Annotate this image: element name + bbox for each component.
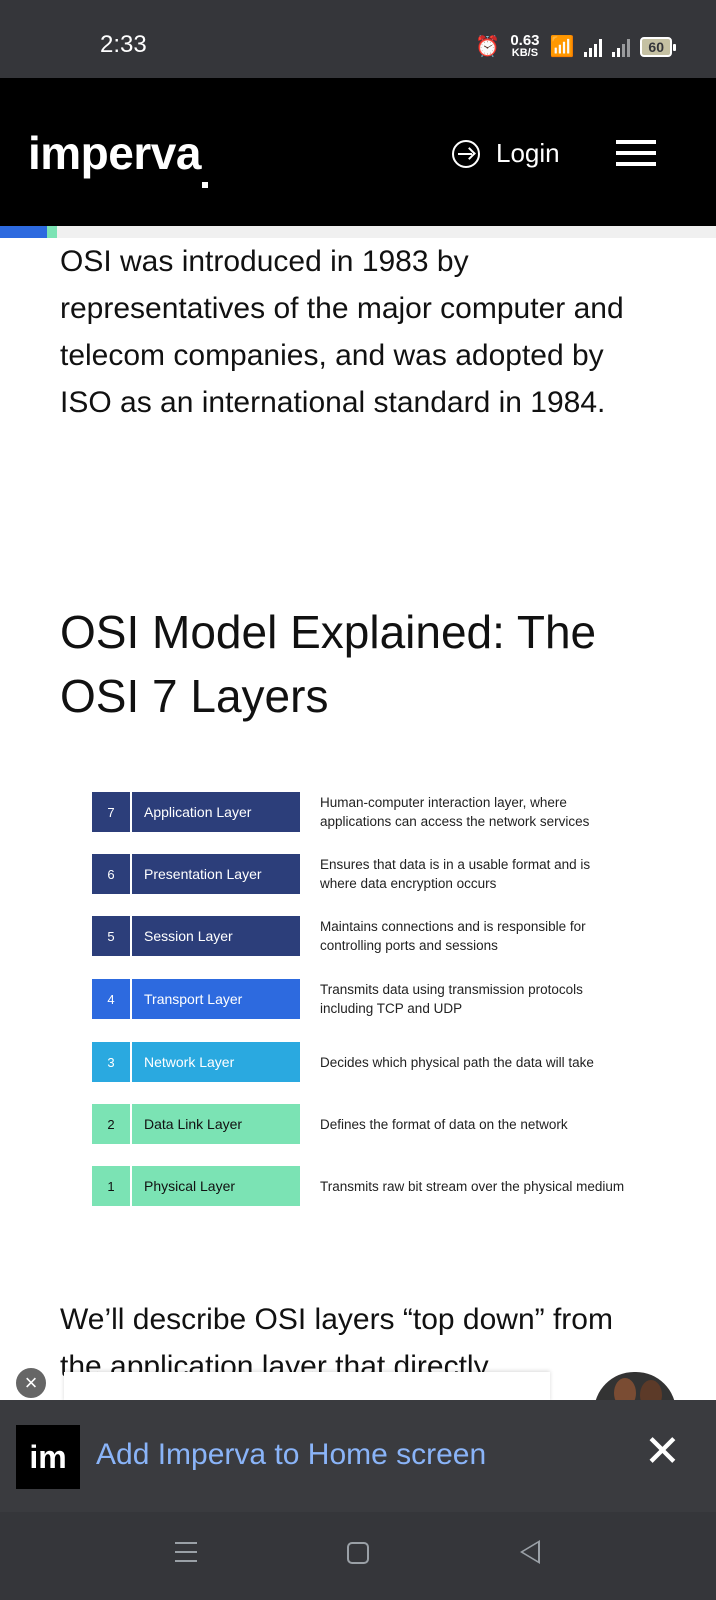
ad-strip	[64, 1372, 550, 1402]
layer-number: 5	[92, 916, 130, 956]
layer-number: 4	[92, 979, 130, 1019]
layer-name: Session Layer	[132, 916, 300, 956]
hamburger-menu-icon[interactable]	[616, 140, 656, 166]
osi-layer-row: 3 Network Layer Decides which physical pat…	[92, 1042, 652, 1082]
status-time: 2:33	[100, 31, 147, 58]
layer-description: Maintains connections and is responsible…	[320, 919, 586, 953]
alarm-icon: ⏰	[475, 36, 501, 58]
net-speed: 0.63 KB/S	[510, 31, 540, 59]
osi-layer-row: 6 Presentation Layer Ensures that data is …	[92, 854, 652, 894]
layer-name: Physical Layer	[132, 1166, 300, 1206]
reading-progress-fill	[0, 226, 58, 238]
layer-description: Ensures that data is in a usable format …	[320, 857, 591, 891]
reading-progress	[0, 226, 716, 238]
battery-icon: 60	[640, 36, 676, 57]
layer-number: 3	[92, 1042, 130, 1082]
add-to-home-banner: im Add Imperva to Home screen ✕	[0, 1400, 716, 1512]
layer-description: Decides which physical path the data wil…	[320, 1054, 594, 1070]
layer-number: 1	[92, 1166, 130, 1206]
tail-paragraph: We’ll describe OSI layers “top down” fro…	[60, 1303, 613, 1376]
layer-name: Data Link Layer	[132, 1104, 300, 1144]
intro-paragraph: OSI was introduced in 1983 by representa…	[60, 245, 624, 419]
site-header: imperva Login	[0, 78, 716, 226]
back-icon[interactable]	[520, 1540, 540, 1564]
layer-number: 7	[92, 792, 130, 832]
status-icons: ⏰ 0.63 KB/S 📶 60	[475, 31, 676, 59]
layer-number: 2	[92, 1104, 130, 1144]
layer-description: Transmits data using transmission protoc…	[320, 982, 583, 1016]
status-bar: 2:33 ⏰ 0.63 KB/S 📶 60	[0, 0, 716, 78]
layer-name: Application Layer	[132, 792, 300, 832]
section-heading: OSI Model Explained: The OSI 7 Layers	[60, 606, 597, 722]
osi-layer-row: 1 Physical Layer Transmits raw bit stream …	[92, 1166, 652, 1206]
signal-strength-icon	[584, 37, 603, 57]
imperva-app-icon: im	[16, 1425, 80, 1489]
wifi-icon: 📶	[549, 36, 575, 58]
layer-description: Human-computer interaction layer, where …	[320, 795, 590, 829]
ad-close-button[interactable]: ×	[14, 1366, 48, 1400]
osi-layer-row: 4 Transport Layer Transmits data using tra…	[92, 979, 652, 1019]
layer-name: Network Layer	[132, 1042, 300, 1082]
osi-layer-row: 5 Session Layer Maintains connections and …	[92, 916, 652, 956]
system-nav-bar	[0, 1512, 716, 1600]
logo-dot	[202, 182, 208, 188]
login-icon	[452, 139, 480, 168]
layer-description: Transmits raw bit stream over the physic…	[320, 1178, 625, 1194]
tail-clip: We’ll describe OSI layers “top down” fro…	[0, 1296, 716, 1376]
osi-layer-row: 2 Data Link Layer Defines the format of da…	[92, 1104, 652, 1144]
close-icon[interactable]: ✕	[644, 1430, 681, 1474]
layer-number: 6	[92, 854, 130, 894]
add-to-home-button[interactable]: Add Imperva to Home screen	[96, 1438, 486, 1472]
osi-layer-row: 7 Application Layer Human-computer interac…	[92, 792, 652, 832]
signal-strength-icon-2	[612, 37, 631, 57]
layer-name: Presentation Layer	[132, 854, 300, 894]
home-icon[interactable]	[347, 1542, 369, 1564]
layer-description: Defines the format of data on the networ…	[320, 1116, 568, 1132]
layer-name: Transport Layer	[132, 979, 300, 1019]
login-button[interactable]: Login	[452, 138, 560, 169]
login-label: Login	[496, 138, 560, 168]
recent-apps-icon[interactable]	[175, 1542, 197, 1562]
imperva-logo[interactable]: imperva	[28, 126, 201, 180]
